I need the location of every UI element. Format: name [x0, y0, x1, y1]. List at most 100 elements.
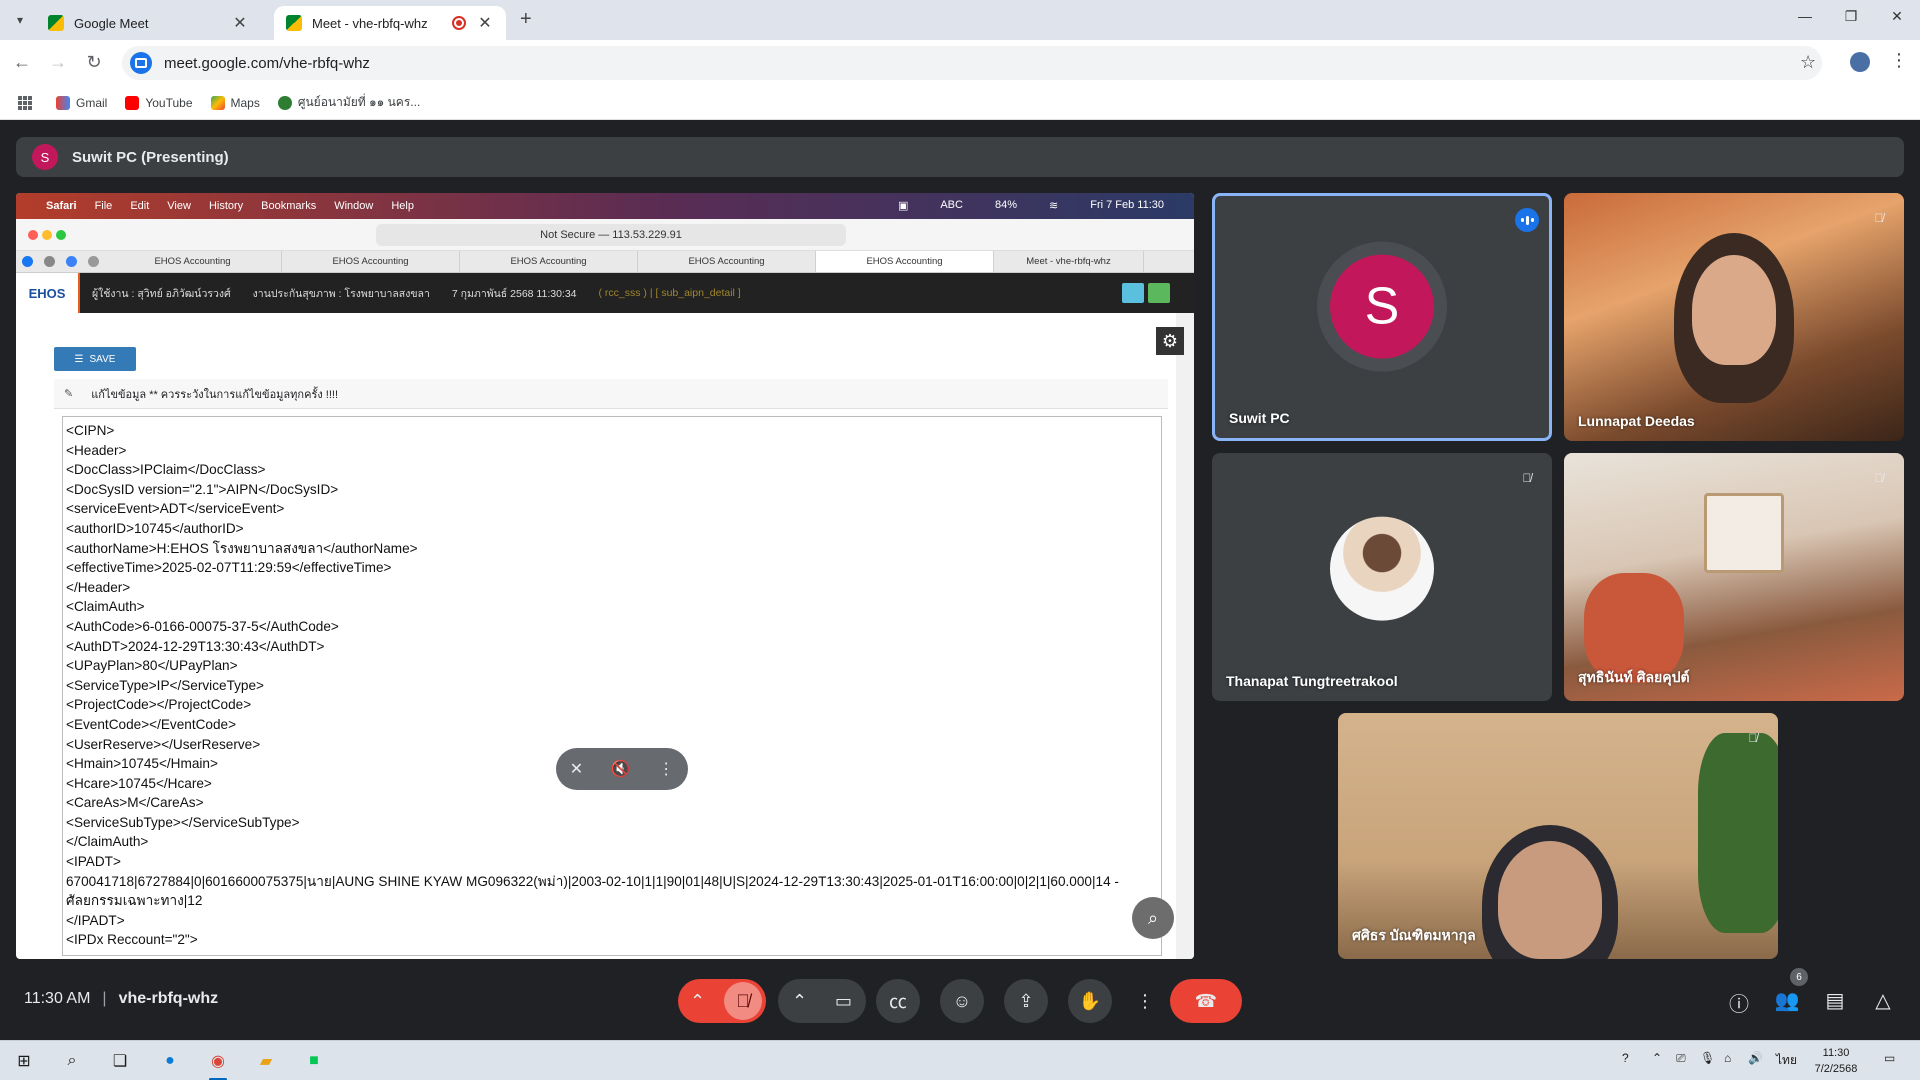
close-window-icon[interactable]: ✕ — [1882, 8, 1912, 25]
tray-help-icon[interactable]: ? — [1622, 1051, 1629, 1065]
participant-name: Thanapat Tungtreetrakool — [1226, 673, 1398, 689]
file-explorer-icon[interactable]: ▰ — [254, 1049, 278, 1073]
activities-icon[interactable]: △ — [1870, 988, 1896, 1013]
tray-network-icon[interactable]: ⌂ — [1724, 1051, 1731, 1065]
search-icon[interactable]: ⌕ — [60, 1049, 84, 1073]
profile-avatar-icon[interactable] — [1850, 52, 1870, 72]
xml-line: </ClaimAuth> — [66, 834, 149, 850]
raise-hand-button[interactable]: ✋ — [1068, 979, 1112, 1023]
battery-level: 84% — [994, 199, 1017, 211]
mac-menu-help: Help — [391, 200, 414, 212]
bookmark-health-center[interactable]: ศูนย์อนามัยที่ ๑๑ นคร... — [277, 93, 420, 112]
tab-title: Google Meet — [74, 15, 149, 31]
mac-menu-view: View — [167, 200, 191, 212]
people-icon[interactable]: 👥 — [1774, 988, 1800, 1013]
site-info-icon[interactable] — [130, 52, 152, 74]
reload-icon[interactable]: ↻ — [82, 52, 106, 73]
mac-menu-safari: Safari — [46, 200, 77, 212]
mic-options-chevron-icon[interactable]: ⌃ — [690, 991, 705, 1012]
windows-start-icon[interactable]: ⊞ — [12, 1049, 36, 1073]
ehos-logo: EHOS — [16, 273, 80, 313]
tray-device-icon[interactable]: ⎚ — [1676, 1051, 1686, 1066]
health-center-icon — [277, 95, 292, 110]
task-view-icon[interactable]: ❏ — [108, 1049, 132, 1073]
participant-tile-suwit[interactable]: S Suwit PC — [1212, 193, 1552, 441]
captions-icon: ㏄ — [889, 992, 907, 1012]
safari-tab-strip: EHOS Accounting EHOS Accounting EHOS Acc… — [16, 251, 1194, 273]
participant-name: สุทธินันท์ ศิลยคุปต์ — [1578, 669, 1690, 685]
ehos-module: ( rcc_sss ) | [ sub_aipn_detail ] — [598, 287, 741, 299]
tab-close-icon[interactable]: ✕ — [231, 13, 249, 33]
bookmark-gmail[interactable]: Gmail — [56, 95, 107, 110]
ehos-user: ผู้ใช้งาน : สุวิทย์ อภิวัฒน์วรวงศ์ — [92, 287, 231, 300]
camera-icon[interactable]: ▭ — [835, 991, 852, 1012]
apps-grid-icon[interactable] — [18, 95, 32, 110]
xml-line: <ProjectCode></ProjectCode> — [66, 697, 252, 713]
more-options-button[interactable]: ⋮ — [1128, 979, 1162, 1023]
hand-icon: ✋ — [1078, 990, 1102, 1011]
chat-icon[interactable]: ▤ — [1822, 988, 1848, 1013]
line-app-icon[interactable]: ■ — [302, 1049, 326, 1073]
windows-taskbar: ⊞ ⌕ ❏ ● ◉ ▰ ■ ? ⌃ ⎚ 🎙 ⌂ 🔊 ไทย 11:30 7/2/… — [0, 1040, 1920, 1080]
tab-search-chevron-icon[interactable]: ▾ — [8, 8, 32, 32]
pinned-site-icon — [60, 251, 82, 272]
browser-tab-bar: ▾ Google Meet ✕ Meet - vhe-rbfq-whz ✕ + … — [0, 0, 1920, 40]
taskbar-clock[interactable]: 11:30 7/2/2568 — [1806, 1045, 1866, 1077]
chrome-icon[interactable]: ◉ — [206, 1049, 230, 1073]
mac-minimize-dot-icon — [42, 230, 52, 240]
forward-arrow-icon[interactable]: → — [46, 52, 70, 73]
bookmark-star-icon[interactable]: ☆ — [1800, 52, 1816, 73]
participant-tile-sasithorn[interactable]: 🎙̸ ศศิธร บัณฑิตมหากุล — [1338, 713, 1778, 959]
zoom-magnifier-icon[interactable]: ⌕ — [1132, 897, 1174, 939]
camera-control-group: ⌃ ▭ — [778, 979, 866, 1023]
meet-favicon-icon — [48, 15, 64, 31]
speaking-indicator-icon — [1515, 208, 1539, 232]
participant-tile-suttinan[interactable]: 🎙̸ สุทธินันท์ ศิลยคุปต์ — [1564, 453, 1904, 701]
new-tab-plus-icon[interactable]: + — [520, 8, 532, 31]
lock-button — [1148, 283, 1170, 303]
bookmark-maps[interactable]: Maps — [210, 95, 260, 110]
back-arrow-icon[interactable]: ← — [10, 52, 34, 73]
wall-art — [1704, 493, 1784, 573]
volume-off-icon[interactable]: 🔇 — [611, 759, 631, 779]
mic-off-icon: 🎙̸ — [1748, 731, 1758, 745]
bookmark-youtube[interactable]: YouTube — [125, 95, 193, 110]
participant-tile-lunnapat[interactable]: 🎙̸ Lunnapat Deedas — [1564, 193, 1904, 441]
ehos-datetime: 7 กุมภาพันธ์ 2568 11:30:34 — [451, 287, 577, 300]
xml-line: <ServiceSubType></ServiceSubType> — [66, 814, 300, 830]
xml-line: <AuthCode>6-0166-00075-37-5</AuthCode> — [66, 618, 339, 634]
reactions-button[interactable]: ☺ — [940, 979, 984, 1023]
bookmarks-bar: Gmail YouTube Maps ศูนย์อนามัยที่ ๑๑ นคร… — [0, 86, 1920, 120]
participant-tile-thanapat[interactable]: 🎙̸ Thanapat Tungtreetrakool — [1212, 453, 1552, 701]
edge-icon[interactable]: ● — [158, 1049, 182, 1073]
xml-editor: <CIPN> <Header> <DocClass>IPClaim</DocClas… — [62, 416, 1162, 956]
tab-google-meet[interactable]: Google Meet ✕ — [36, 6, 261, 40]
captions-button[interactable]: ㏄ — [876, 979, 920, 1023]
leave-call-button[interactable]: ☎ — [1170, 979, 1242, 1023]
present-button[interactable]: ⇪ — [1004, 979, 1048, 1023]
more-options-icon[interactable]: ⋮ — [658, 759, 674, 779]
camera-options-chevron-icon[interactable]: ⌃ — [792, 991, 807, 1012]
tray-volume-icon[interactable]: 🔊 — [1748, 1051, 1763, 1065]
chrome-menu-icon[interactable]: ⋮ — [1890, 50, 1908, 71]
restore-icon[interactable]: ❐ — [1836, 8, 1866, 25]
xml-line: <CareAs>M</CareAs> — [66, 795, 204, 811]
tab-close-icon[interactable]: ✕ — [476, 13, 494, 33]
tray-mic-icon[interactable]: 🎙 — [1700, 1051, 1715, 1065]
participant-name: Lunnapat Deedas — [1578, 413, 1695, 429]
tray-overflow-icon[interactable]: ⌃ — [1652, 1051, 1662, 1065]
xml-line: <ClaimAuth> — [66, 599, 145, 615]
address-bar[interactable]: meet.google.com/vhe-rbfq-whz — [122, 46, 1822, 80]
tab-meet-active[interactable]: Meet - vhe-rbfq-whz ✕ — [274, 6, 506, 40]
meeting-details-icon[interactable]: ⓘ — [1726, 988, 1752, 1017]
mic-off-icon[interactable]: 🎙̸ — [724, 982, 762, 1020]
safari-toolbar: Not Secure — 113.53.229.91 — [16, 219, 1194, 251]
safari-tab: Meet - vhe-rbfq-whz — [994, 251, 1144, 272]
pin-off-icon[interactable]: ✕ — [570, 759, 583, 779]
minimize-icon[interactable]: — — [1790, 8, 1820, 24]
notifications-icon[interactable]: ▭ — [1884, 1051, 1895, 1065]
tray-language[interactable]: ไทย — [1776, 1051, 1797, 1070]
presenter-floating-controls: ✕ 🔇 ⋮ — [556, 748, 688, 790]
shared-screen[interactable]: Safari File Edit View History Bookmarks … — [16, 193, 1194, 959]
tab-title: Meet - vhe-rbfq-whz — [312, 15, 428, 31]
